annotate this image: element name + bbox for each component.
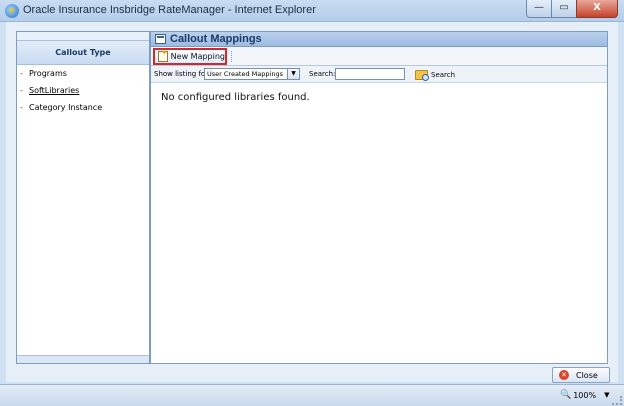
callout-type-header: Callout Type [17,41,149,65]
zoom-control[interactable]: 🔍 100% ▼ [560,390,609,400]
minimize-button[interactable]: — [526,0,552,18]
close-window-button[interactable]: X [576,0,618,18]
show-listing-label: Show listing for: [154,70,211,78]
page-content: Callout Type - Programs - SoftLibraries -C… [6,22,618,383]
search-input[interactable] [335,68,405,80]
sidebar-item-category-instance[interactable]: - Category Instance [17,99,149,116]
listing-selected-value: User Created Mappings [207,70,283,78]
zoom-level: 100% [573,390,597,400]
close-label: Close [576,370,598,380]
close-button[interactable]: ✕ Close [552,367,610,383]
toolbar-separator [231,51,233,62]
empty-state-message: No configured libraries found. [161,92,310,103]
new-document-icon [158,48,168,62]
mappings-toolbar: New Mapping [151,47,607,66]
close-icon: ✕ [559,370,569,380]
search-button-label: Search [431,70,456,79]
sidebar-item-label: SoftLibraries [29,86,80,95]
new-mapping-label: New Mapping [170,52,225,61]
callout-type-panel: Callout Type - Programs - SoftLibraries -C… [16,31,150,364]
new-mapping-button[interactable]: New Mapping [153,48,227,65]
resize-grip[interactable] [612,396,622,405]
window-panel-icon [155,34,166,44]
search-label: Search: [309,70,336,78]
maximize-button[interactable]: ▭ [551,0,577,18]
sidebar-item-label: Category Instance [29,103,103,112]
listing-select[interactable]: User Created Mappings ▼ [204,68,300,80]
chevron-down-icon[interactable]: ▼ [287,69,299,79]
internet-explorer-icon: e [5,4,19,18]
status-bar: 🔍 100% ▼ [0,384,624,406]
chevron-down-icon[interactable]: ▼ [604,391,609,399]
sidebar-item-softlibraries[interactable]: - SoftLibraries [17,82,149,99]
filter-bar: Show listing for: User Created Mappings … [151,66,607,83]
panel-top-strip [17,32,149,41]
bullet-dash: - [20,86,23,95]
window-title: Oracle Insurance Insbridge RateManager -… [23,4,316,16]
bullet-dash: - [20,103,23,112]
callout-mappings-panel: Callout Mappings New Mapping Show listin… [150,31,608,364]
folder-search-icon [415,69,429,81]
sidebar-item-label: Programs [29,69,67,78]
panel-bottom-strip [17,355,149,363]
callout-mappings-header: Callout Mappings [151,32,607,47]
sidebar-item-programs[interactable]: - Programs [17,65,149,82]
window-controls: — ▭ X [526,0,618,18]
window-titlebar: e Oracle Insurance Insbridge RateManager… [0,0,624,22]
panel-title: Callout Mappings [170,33,262,45]
search-button[interactable]: Search [415,68,455,81]
magnifier-icon: 🔍 [560,390,572,400]
bullet-dash: - [20,69,23,78]
